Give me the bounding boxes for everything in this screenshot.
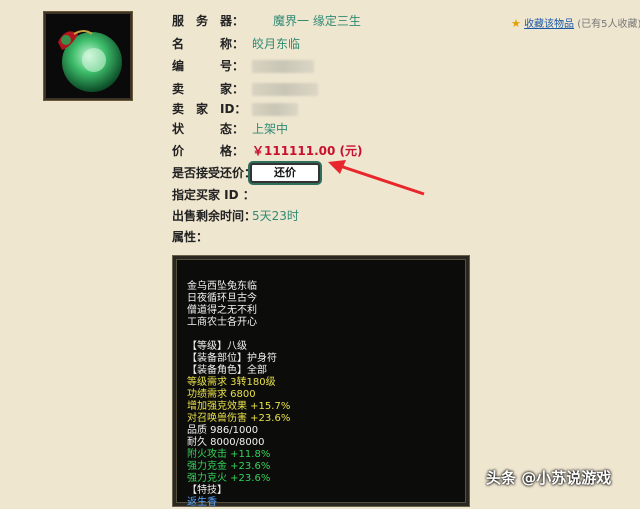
favorite-label[interactable]: 收藏该物品 xyxy=(524,19,574,30)
redacted-seller-id xyxy=(252,103,298,116)
stat-line: 强力克火 +23.6% xyxy=(187,473,271,484)
server-label: 服 务 器： xyxy=(172,14,245,28)
seller-id-row: 卖 家 ID： xyxy=(172,101,298,117)
poem-line: 僧道得之无不利 xyxy=(187,305,257,316)
attr-row: 属性： xyxy=(172,229,208,245)
poem-line: 工商农士各开心 xyxy=(187,317,257,328)
stat-line: 对召唤兽伤害 +23.6% xyxy=(187,413,291,424)
name-label: 名 称： xyxy=(172,37,245,51)
status-label: 状 态： xyxy=(172,122,245,136)
jade-pendant-icon xyxy=(46,14,130,98)
stat-line: 等级需求 3转180级 xyxy=(187,377,276,388)
time-label: 出售剩余时间： xyxy=(172,209,257,223)
seller-id-label: 卖 家 ID： xyxy=(172,102,247,116)
price-label: 价 格： xyxy=(172,144,245,158)
time-value: 5天23时 xyxy=(252,209,299,223)
seller-label: 卖 家： xyxy=(172,82,245,96)
name-value: 皎月东临 xyxy=(252,37,301,51)
server-value: 魔界一 缘定三生 xyxy=(273,14,361,28)
poem-line: 金乌西坠兔东临 xyxy=(187,281,257,292)
annotation-arrow-icon xyxy=(328,160,425,196)
stat-line: 强力克金 +23.6% xyxy=(187,461,271,472)
server-row: 服 务 器： 魔界一 缘定三生 xyxy=(172,13,361,29)
buyer-row: 指定买家 ID ： xyxy=(172,187,255,203)
stat-line: 耐久 8000/8000 xyxy=(187,437,265,448)
buyer-label: 指定买家 ID ： xyxy=(172,188,255,202)
item-description-panel: 金乌西坠兔东临 日夜循环旦古今 僧道得之无不利 工商农士各开心 【等级】八级 【… xyxy=(172,255,470,509)
redacted-seller xyxy=(252,83,318,96)
counter-label: 是否接受还价： xyxy=(172,166,257,180)
stat-line: 返生香 xyxy=(187,497,217,508)
watermark: 头条 @小苏说游戏 xyxy=(486,469,612,487)
description-text: 金乌西坠兔东临 日夜循环旦古今 僧道得之无不利 工商农士各开心 【等级】八级 【… xyxy=(187,281,463,509)
poem-line: 日夜循环旦古今 xyxy=(187,293,257,304)
price-row: 价 格： ￥111111.00 (元) xyxy=(172,143,363,159)
id-label: 编 号： xyxy=(172,59,245,73)
time-row: 出售剩余时间： 5天23时 xyxy=(172,208,299,224)
status-value: 上架中 xyxy=(252,122,289,136)
star-icon: ★ xyxy=(511,17,521,30)
favorite-count: (已有5人收藏) xyxy=(577,19,640,30)
attr-label: 属性： xyxy=(172,230,209,244)
id-row: 编 号： xyxy=(172,58,314,74)
stat-line: 功绩需求 6800 xyxy=(187,389,256,400)
status-row: 状 态： 上架中 xyxy=(172,121,288,137)
stat-line: 【等级】八级 xyxy=(187,341,247,352)
seller-row: 卖 家： xyxy=(172,81,318,97)
favorite-link[interactable]: ★ 收藏该物品 (已有5人收藏) xyxy=(511,15,640,30)
stat-line: 增加强克效果 +15.7% xyxy=(187,401,291,412)
stat-line: 【装备部位】护身符 xyxy=(187,353,277,364)
counter-row: 是否接受还价： xyxy=(172,165,256,181)
stat-line: 【特技】 xyxy=(187,485,227,496)
name-row: 名 称： 皎月东临 xyxy=(172,36,300,52)
stat-line: 【装备角色】全部 xyxy=(187,365,267,376)
stat-line: 品质 986/1000 xyxy=(187,425,259,436)
redacted-id xyxy=(252,60,314,73)
item-image xyxy=(43,11,133,101)
stat-line: 附火攻击 +11.8% xyxy=(187,449,271,460)
counter-offer-button[interactable]: 还价 xyxy=(250,163,320,183)
